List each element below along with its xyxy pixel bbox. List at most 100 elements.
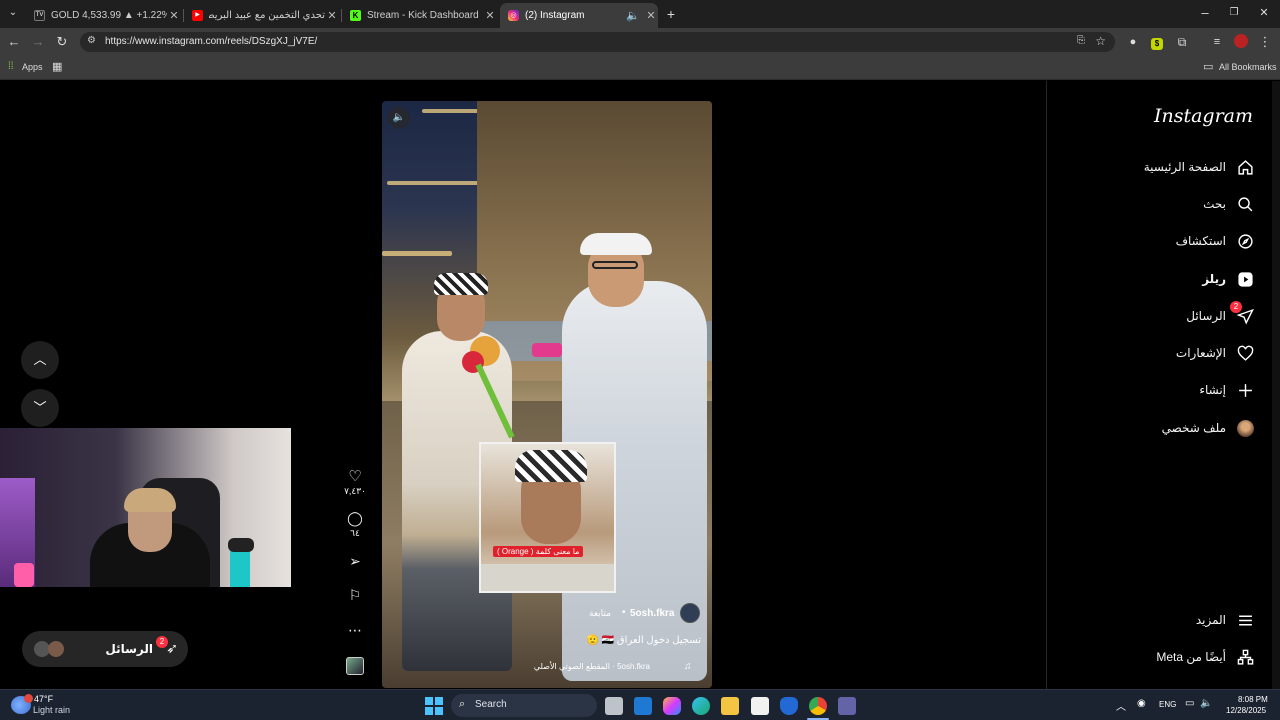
nav-more[interactable]: المزيد [1196,608,1254,632]
bookmark-icon: ⚐ [348,587,362,603]
heart-icon [1236,344,1254,362]
browser-toolbar: ← → ↻ ⚙ https://www.instagram.com/reels/… [0,28,1280,56]
save-button[interactable]: ⚐ [344,587,366,604]
profile-avatar-icon[interactable] [1233,34,1249,50]
reel-inset-image: ما معنى كلمة ( Orange ) [479,442,616,593]
reload-icon[interactable]: ↻ [54,34,70,50]
nav-label: استكشاف [1175,234,1226,248]
site-info-icon[interactable]: ⚙ [87,35,96,46]
nav-notifications[interactable]: الإشعارات [1176,341,1254,365]
close-icon[interactable]: ✕ [644,9,658,22]
start-button[interactable] [425,697,443,715]
language-indicator[interactable]: ENG [1159,700,1176,709]
like-button[interactable]: ♡ ٧,٤٣٠ [344,467,366,497]
comment-count: ٦٤ [350,528,360,538]
reel-video[interactable]: ما معنى كلمة ( Orange ) 🔈 5osh.fkra • مت… [382,101,712,688]
windows-taskbar: 47°F Light rain ⌕ Search ︿ ◉ ENG ▭ 🔈 8:0… [0,689,1280,720]
messages-floating-button[interactable]: ➶ 2 الرسائل [22,631,188,667]
nav-search[interactable]: بحث [1203,192,1254,216]
meta-apps-icon [1236,648,1254,666]
close-icon[interactable]: ✕ [167,9,181,22]
clock-time[interactable]: 8:08 PM [1238,695,1268,704]
speaker-icon[interactable]: 🔈 [626,9,640,22]
tab-gold[interactable]: TV GOLD 4,533.99 ▲ +1.22% Unn ✕ [26,3,181,28]
defender-icon[interactable] [780,697,798,715]
nav-create[interactable]: إنشاء [1199,378,1254,402]
extension-icon[interactable]: ● [1125,34,1141,50]
copilot-icon[interactable] [663,697,681,715]
nav-reels[interactable]: ريلز [1202,267,1254,291]
clock-date[interactable]: 12/28/2025 [1226,706,1266,715]
instagram-logo[interactable]: Instagram [1154,105,1253,127]
teams-icon[interactable] [838,697,856,715]
tab-title: (2) Instagram [525,10,585,21]
close-icon[interactable]: ✕ [325,9,339,22]
search-icon: ⌕ [459,698,466,710]
apps-bookmark[interactable]: Apps [22,62,43,72]
nav-profile[interactable]: ملف شخصي [1162,416,1254,440]
network-icon[interactable]: ▭ [1185,698,1194,709]
share-button[interactable]: ➢ [344,553,366,570]
follow-button[interactable]: متابعة [589,608,611,619]
forward-icon[interactable]: → [30,34,46,50]
edge-icon[interactable] [692,697,710,715]
nav-label: الصفحة الرئيسية [1143,160,1226,174]
install-icon[interactable]: ⎘ [1077,35,1085,46]
reel-username[interactable]: 5osh.fkra [630,608,674,619]
nav-label: الرسائل [1186,309,1226,323]
tab-instagram[interactable]: ◎ (2) Instagram 🔈 ✕ [500,3,658,28]
reel-audio-label[interactable]: 5osh.fkra · المقطع الصوتي الأصلي [534,662,650,671]
comment-button[interactable]: ◯ ٦٤ [344,510,366,539]
store-icon[interactable] [751,697,769,715]
reel-author-avatar[interactable] [680,603,700,623]
close-icon[interactable]: ✕ [483,9,497,22]
chevron-up-icon[interactable]: ︿ [1116,698,1126,713]
discord-tray-icon[interactable]: ◉ [1137,698,1146,709]
more-options-button[interactable]: ⋯ [344,622,366,639]
nav-messages[interactable]: الرسائل 2 [1186,301,1254,328]
heart-icon: ♡ [348,468,362,485]
chrome-icon[interactable] [809,697,827,715]
apps-grid-icon[interactable]: ⁞⁞ [8,61,14,72]
close-window-button[interactable]: ✕ [1256,5,1272,21]
tab-groups-icon[interactable]: ▦ [52,60,62,73]
search-icon [1236,195,1254,213]
task-view-icon[interactable] [605,697,623,715]
outlook-icon[interactable] [634,697,652,715]
address-bar[interactable]: ⚙ https://www.instagram.com/reels/DSzgXJ… [80,32,1115,52]
weather-temp[interactable]: 47°F [34,694,53,704]
audio-thumbnail[interactable] [344,657,366,675]
file-explorer-icon[interactable] [721,697,739,715]
nav-explore[interactable]: استكشاف [1176,229,1254,253]
menu-kebab-icon[interactable]: ⋮ [1257,34,1273,50]
restore-button[interactable]: ❐ [1226,5,1242,21]
tab-strip: ⌄ TV GOLD 4,533.99 ▲ +1.22% Unn ✕ ▶ تحدي… [0,0,1280,28]
home-icon [1236,158,1254,176]
tab-search-button[interactable]: ⌄ [5,5,21,21]
nav-also-from-meta[interactable]: أيضًا من Meta [1156,645,1254,669]
messenger-icon: 2 [1230,301,1254,325]
weather-desc[interactable]: Light rain [33,705,70,715]
media-icon[interactable]: ≡ [1209,34,1225,50]
back-icon[interactable]: ← [6,34,22,50]
next-reel-button[interactable]: ﹀ [21,389,59,427]
extensions-puzzle-icon[interactable]: ⧉ [1174,34,1190,50]
like-count: ٧,٤٣٠ [344,486,366,496]
bookmark-star-icon[interactable]: ☆ [1095,34,1106,48]
nav-label: إنشاء [1199,383,1226,397]
extension-dollar-icon[interactable]: $ [1149,34,1165,50]
all-bookmarks-link[interactable]: All Bookmarks [1219,62,1277,72]
tab-kick[interactable]: K Stream - Kick Dashboard ✕ [342,3,497,28]
previous-reel-button[interactable]: ︿ [21,341,59,379]
new-tab-button[interactable]: + [663,6,679,22]
volume-icon[interactable]: 🔈 [1200,698,1212,709]
bookmarks-bar: ⁞⁞ Apps ▦ ▭ All Bookmarks [0,56,1280,80]
taskbar-search[interactable]: ⌕ Search [451,694,597,717]
nav-home[interactable]: الصفحة الرئيسية [1144,155,1254,179]
page-scrollbar[interactable] [1272,81,1280,689]
chevron-up-icon: ︿ [33,352,47,367]
minimize-button[interactable]: – [1197,5,1213,21]
separator-dot: • [622,607,626,618]
mute-toggle-button[interactable]: 🔈 [388,107,410,129]
tab-youtube[interactable]: ▶ تحدي التخمين مع عبيد البريطاني ✕ [184,3,339,28]
